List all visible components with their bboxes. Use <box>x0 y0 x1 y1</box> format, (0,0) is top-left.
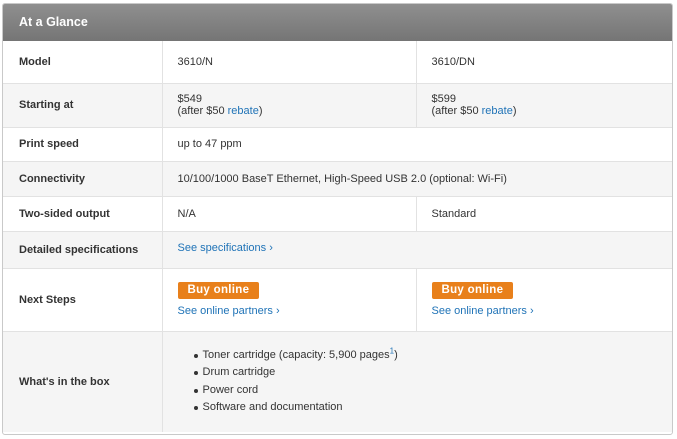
price-note-text: ) <box>258 105 263 117</box>
box-contents-list: Toner cartridge (capacity: 5,900 pages1)… <box>178 347 673 417</box>
list-item: Power cord <box>193 382 673 400</box>
list-item: Drum cartridge <box>193 364 673 382</box>
row-label: Model <box>3 41 163 84</box>
connectivity-value: 10/100/1000 BaseT Ethernet, High-Speed U… <box>162 161 672 197</box>
see-online-partners-link[interactable]: See online partners › <box>432 305 534 317</box>
row-label: Print speed <box>3 127 163 162</box>
print-speed-value: up to 47 ppm <box>162 127 672 162</box>
list-item-text: ) <box>394 348 398 361</box>
table-row-next-steps: Next Steps Buy online See online partner… <box>3 268 672 332</box>
price-note-text: (after $50 <box>431 105 482 117</box>
table-row-connectivity: Connectivity 10/100/1000 BaseT Ethernet,… <box>3 161 672 197</box>
table-row-print-speed: Print speed up to 47 ppm <box>3 127 672 162</box>
model-a: 3610/N <box>162 41 417 84</box>
price-b: $599 <box>431 93 456 105</box>
price-a-cell: $549 (after $50 rebate) <box>162 83 417 128</box>
table-row-detailed-specs: Detailed specifications See specificatio… <box>3 231 672 269</box>
row-label: Two-sided output <box>3 196 163 232</box>
price-a-note: (after $50 rebate) <box>178 105 416 117</box>
two-sided-b: Standard <box>416 196 672 232</box>
row-label: Starting at <box>3 83 163 128</box>
row-label: Connectivity <box>3 161 163 197</box>
price-note-text: ) <box>512 105 517 117</box>
table-row-model: Model 3610/N 3610/DN <box>3 41 672 84</box>
at-a-glance-panel: At a Glance Model 3610/N 3610/DN Startin… <box>2 3 673 435</box>
list-item: Software and documentation <box>193 399 673 417</box>
specs-cell: See specifications › <box>162 231 672 269</box>
table-row-two-sided: Two-sided output N/A Standard <box>3 196 672 232</box>
see-specifications-link[interactable]: See specifications › <box>178 242 273 254</box>
next-steps-a: Buy online See online partners › <box>162 268 417 332</box>
box-contents-cell: Toner cartridge (capacity: 5,900 pages1)… <box>162 331 672 432</box>
price-b-cell: $599 (after $50 rebate) <box>416 83 673 128</box>
list-item-text: Toner cartridge (capacity: 5,900 pages <box>202 348 390 361</box>
rebate-link[interactable]: rebate <box>228 105 259 117</box>
row-label: Detailed specifications <box>3 231 163 269</box>
price-a: $549 <box>177 93 202 105</box>
see-online-partners-link[interactable]: See online partners › <box>178 305 280 317</box>
model-b: 3610/DN <box>416 41 672 84</box>
table-row-starting-at: Starting at $549 (after $50 rebate) $599… <box>3 83 673 128</box>
rebate-link[interactable]: rebate <box>482 105 513 117</box>
buy-online-button[interactable]: Buy online <box>177 282 260 299</box>
specs-table: Model 3610/N 3610/DN Starting at $549 (a… <box>3 41 672 432</box>
list-item: Toner cartridge (capacity: 5,900 pages1) <box>193 347 673 365</box>
buy-online-button[interactable]: Buy online <box>431 282 514 299</box>
row-label: Next Steps <box>3 268 163 332</box>
panel-title: At a Glance <box>3 4 672 41</box>
next-steps-b: Buy online See online partners › <box>416 268 672 332</box>
table-row-whats-in-box: What's in the box Toner cartridge (capac… <box>3 331 672 432</box>
price-note-text: (after $50 <box>177 105 228 117</box>
price-b-note: (after $50 rebate) <box>432 105 673 117</box>
two-sided-a: N/A <box>162 196 417 232</box>
row-label: What's in the box <box>3 331 163 432</box>
